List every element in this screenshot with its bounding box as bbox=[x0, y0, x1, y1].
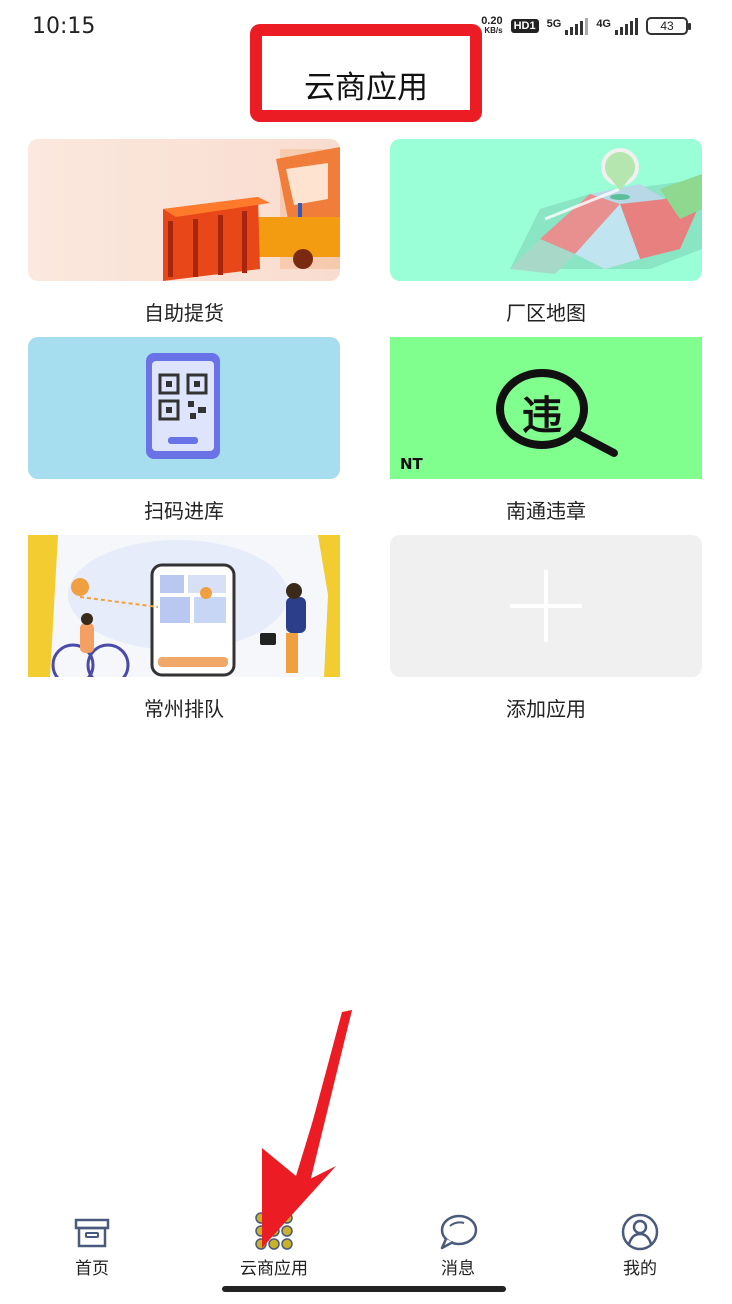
app-changzhou-queue[interactable]: 常州排队 bbox=[28, 535, 340, 722]
signal-5g-icon: 5G bbox=[547, 17, 589, 35]
app-factory-map[interactable]: 厂区地图 bbox=[390, 139, 702, 326]
page-title: 云商应用 bbox=[304, 70, 428, 106]
home-box-icon bbox=[74, 1218, 110, 1248]
app-label: 自助提货 bbox=[144, 301, 224, 325]
nav-mine[interactable]: 我的 bbox=[580, 1200, 700, 1279]
violation-search-illustration: 违 NT bbox=[390, 337, 702, 479]
truck-illustration bbox=[28, 139, 340, 281]
map-illustration bbox=[390, 139, 702, 281]
nav-messages[interactable]: 消息 bbox=[398, 1200, 518, 1279]
app-label: 厂区地图 bbox=[506, 301, 586, 325]
user-icon bbox=[621, 1213, 659, 1251]
signal-4g-icon: 4G bbox=[596, 17, 638, 35]
violation-glyph: 违 bbox=[522, 393, 562, 439]
home-indicator[interactable] bbox=[222, 1286, 506, 1292]
app-add-application[interactable]: 添加应用 bbox=[390, 535, 702, 722]
qr-phone-illustration bbox=[28, 337, 340, 479]
app-label: 扫码进库 bbox=[144, 499, 224, 523]
chat-bubble-icon bbox=[440, 1214, 478, 1250]
battery-icon: 43 bbox=[646, 17, 691, 35]
app-label: 南通违章 bbox=[506, 499, 586, 523]
network-speed: 0.20 KB/s bbox=[481, 15, 503, 36]
app-label: 添加应用 bbox=[506, 697, 586, 721]
app-nantong-violation[interactable]: 违 NT 南通违章 bbox=[390, 337, 702, 524]
nav-home[interactable]: 首页 bbox=[32, 1200, 152, 1279]
app-self-pickup[interactable]: 自助提货 bbox=[28, 139, 340, 326]
nt-badge: NT bbox=[400, 455, 423, 473]
status-time: 10:15 bbox=[32, 14, 96, 39]
app-scan-stock-in[interactable]: 扫码进库 bbox=[28, 337, 340, 524]
hd-badge: HD1 bbox=[510, 19, 539, 33]
status-icons: 0.20 KB/s HD1 5G 4G 43 bbox=[481, 15, 691, 36]
queue-map-illustration bbox=[28, 535, 340, 677]
nav-cloud-apps[interactable]: 云商应用 bbox=[214, 1200, 334, 1279]
apps-grid-icon bbox=[255, 1212, 293, 1250]
plus-icon bbox=[390, 535, 702, 677]
bottom-nav: 首页 云商应用 消息 我的 bbox=[0, 1200, 732, 1280]
app-label: 常州排队 bbox=[144, 697, 224, 721]
